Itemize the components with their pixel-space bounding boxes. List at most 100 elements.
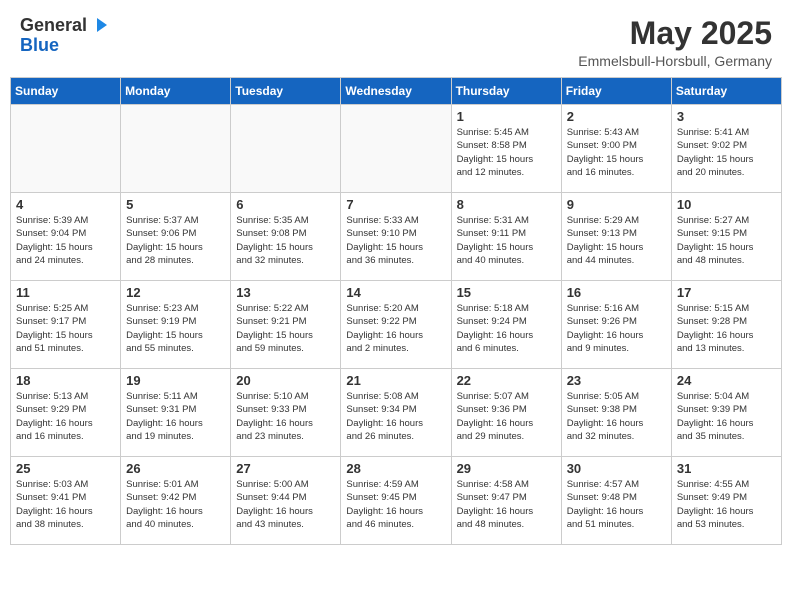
table-row [231,105,341,193]
table-row: 15Sunrise: 5:18 AM Sunset: 9:24 PM Dayli… [451,281,561,369]
table-row: 8 Sunrise: 5:31 AM Sunset: 9:11 PM Daylig… [451,193,561,281]
day-number: 19 [126,373,225,388]
day-detail: Sunrise: 4:59 AM Sunset: 9:45 PM Dayligh… [346,478,445,531]
logo-icon [89,14,111,36]
table-row: 5 Sunrise: 5:37 AM Sunset: 9:06 PM Daylig… [121,193,231,281]
calendar-week-row: 11Sunrise: 5:25 AM Sunset: 9:17 PM Dayli… [11,281,782,369]
table-row: 30Sunrise: 4:57 AM Sunset: 9:48 PM Dayli… [561,457,671,545]
table-row: 17Sunrise: 5:15 AM Sunset: 9:28 PM Dayli… [671,281,781,369]
day-number: 13 [236,285,335,300]
table-row: 12 Sunrise: 5:23 AM Sunset: 9:19 PM Dayli… [121,281,231,369]
day-detail: Sunrise: 5:39 AM Sunset: 9:04 PM Dayligh… [16,214,115,267]
day-number: 20 [236,373,335,388]
day-detail: Sunrise: 5:22 AM Sunset: 9:21 PM Dayligh… [236,302,335,355]
day-number: 16 [567,285,666,300]
table-row: 28 Sunrise: 4:59 AM Sunset: 9:45 PM Dayli… [341,457,451,545]
calendar-day-header: Tuesday [231,78,341,105]
day-detail: Sunrise: 5:16 AM Sunset: 9:26 PM Dayligh… [567,302,666,355]
day-detail: Sunrise: 5:23 AM Sunset: 9:19 PM Dayligh… [126,302,225,355]
day-number: 12 [126,285,225,300]
table-row: 27 Sunrise: 5:00 AM Sunset: 9:44 PM Dayli… [231,457,341,545]
day-detail: Sunrise: 5:01 AM Sunset: 9:42 PM Dayligh… [126,478,225,531]
table-row: 10 Sunrise: 5:27 AM Sunset: 9:15 PM Dayli… [671,193,781,281]
calendar-table: SundayMondayTuesdayWednesdayThursdayFrid… [10,77,782,545]
day-number: 31 [677,461,776,476]
table-row: 4Sunrise: 5:39 AM Sunset: 9:04 PM Daylig… [11,193,121,281]
day-number: 8 [457,197,556,212]
table-row: 3 Sunrise: 5:41 AM Sunset: 9:02 PM Daylig… [671,105,781,193]
day-number: 30 [567,461,666,476]
table-row: 9 Sunrise: 5:29 AM Sunset: 9:13 PM Daylig… [561,193,671,281]
day-detail: Sunrise: 5:11 AM Sunset: 9:31 PM Dayligh… [126,390,225,443]
day-number: 1 [457,109,556,124]
month-year-title: May 2025 [578,16,772,51]
day-detail: Sunrise: 5:43 AM Sunset: 9:00 PM Dayligh… [567,126,666,179]
day-detail: Sunrise: 5:33 AM Sunset: 9:10 PM Dayligh… [346,214,445,267]
table-row: 6Sunrise: 5:35 AM Sunset: 9:08 PM Daylig… [231,193,341,281]
table-row: 19 Sunrise: 5:11 AM Sunset: 9:31 PM Dayli… [121,369,231,457]
calendar-day-header: Monday [121,78,231,105]
table-row: 11Sunrise: 5:25 AM Sunset: 9:17 PM Dayli… [11,281,121,369]
day-detail: Sunrise: 5:13 AM Sunset: 9:29 PM Dayligh… [16,390,115,443]
calendar-day-header: Thursday [451,78,561,105]
day-detail: Sunrise: 4:58 AM Sunset: 9:47 PM Dayligh… [457,478,556,531]
day-number: 5 [126,197,225,212]
day-detail: Sunrise: 5:27 AM Sunset: 9:15 PM Dayligh… [677,214,776,267]
day-detail: Sunrise: 5:07 AM Sunset: 9:36 PM Dayligh… [457,390,556,443]
day-number: 10 [677,197,776,212]
day-detail: Sunrise: 5:10 AM Sunset: 9:33 PM Dayligh… [236,390,335,443]
day-number: 18 [16,373,115,388]
day-number: 23 [567,373,666,388]
table-row: 23 Sunrise: 5:05 AM Sunset: 9:38 PM Dayli… [561,369,671,457]
table-row: 21 Sunrise: 5:08 AM Sunset: 9:34 PM Dayli… [341,369,451,457]
day-detail: Sunrise: 5:31 AM Sunset: 9:11 PM Dayligh… [457,214,556,267]
day-number: 9 [567,197,666,212]
table-row: 25Sunrise: 5:03 AM Sunset: 9:41 PM Dayli… [11,457,121,545]
day-number: 3 [677,109,776,124]
day-number: 7 [346,197,445,212]
day-detail: Sunrise: 5:08 AM Sunset: 9:34 PM Dayligh… [346,390,445,443]
day-detail: Sunrise: 5:37 AM Sunset: 9:06 PM Dayligh… [126,214,225,267]
day-detail: Sunrise: 5:29 AM Sunset: 9:13 PM Dayligh… [567,214,666,267]
day-number: 28 [346,461,445,476]
day-number: 25 [16,461,115,476]
day-detail: Sunrise: 5:00 AM Sunset: 9:44 PM Dayligh… [236,478,335,531]
location-subtitle: Emmelsbull-Horsbull, Germany [578,53,772,69]
table-row: 14Sunrise: 5:20 AM Sunset: 9:22 PM Dayli… [341,281,451,369]
table-row: 7 Sunrise: 5:33 AM Sunset: 9:10 PM Daylig… [341,193,451,281]
table-row: 16 Sunrise: 5:16 AM Sunset: 9:26 PM Dayli… [561,281,671,369]
day-number: 26 [126,461,225,476]
table-row: 24 Sunrise: 5:04 AM Sunset: 9:39 PM Dayli… [671,369,781,457]
day-number: 27 [236,461,335,476]
logo: General Blue [20,16,111,56]
calendar-day-header: Friday [561,78,671,105]
day-number: 17 [677,285,776,300]
day-detail: Sunrise: 5:45 AM Sunset: 8:58 PM Dayligh… [457,126,556,179]
calendar-week-row: 18 Sunrise: 5:13 AM Sunset: 9:29 PM Dayli… [11,369,782,457]
calendar-day-header: Saturday [671,78,781,105]
day-number: 2 [567,109,666,124]
day-number: 24 [677,373,776,388]
logo-general: General [20,16,87,36]
day-detail: Sunrise: 5:04 AM Sunset: 9:39 PM Dayligh… [677,390,776,443]
table-row: 26 Sunrise: 5:01 AM Sunset: 9:42 PM Dayli… [121,457,231,545]
day-number: 11 [16,285,115,300]
day-number: 29 [457,461,556,476]
day-detail: Sunrise: 5:41 AM Sunset: 9:02 PM Dayligh… [677,126,776,179]
calendar-header-row: SundayMondayTuesdayWednesdayThursdayFrid… [11,78,782,105]
day-number: 14 [346,285,445,300]
table-row: 31 Sunrise: 4:55 AM Sunset: 9:49 PM Dayli… [671,457,781,545]
calendar-week-row: 1 Sunrise: 5:45 AM Sunset: 8:58 PM Daylig… [11,105,782,193]
table-row: 1 Sunrise: 5:45 AM Sunset: 8:58 PM Daylig… [451,105,561,193]
day-number: 21 [346,373,445,388]
day-detail: Sunrise: 4:55 AM Sunset: 9:49 PM Dayligh… [677,478,776,531]
table-row: 20 Sunrise: 5:10 AM Sunset: 9:33 PM Dayli… [231,369,341,457]
day-number: 6 [236,197,335,212]
table-row [341,105,451,193]
logo-blue: Blue [20,35,59,55]
calendar-wrap: SundayMondayTuesdayWednesdayThursdayFrid… [0,77,792,555]
calendar-day-header: Sunday [11,78,121,105]
calendar-week-row: 25Sunrise: 5:03 AM Sunset: 9:41 PM Dayli… [11,457,782,545]
day-detail: Sunrise: 5:05 AM Sunset: 9:38 PM Dayligh… [567,390,666,443]
day-number: 15 [457,285,556,300]
